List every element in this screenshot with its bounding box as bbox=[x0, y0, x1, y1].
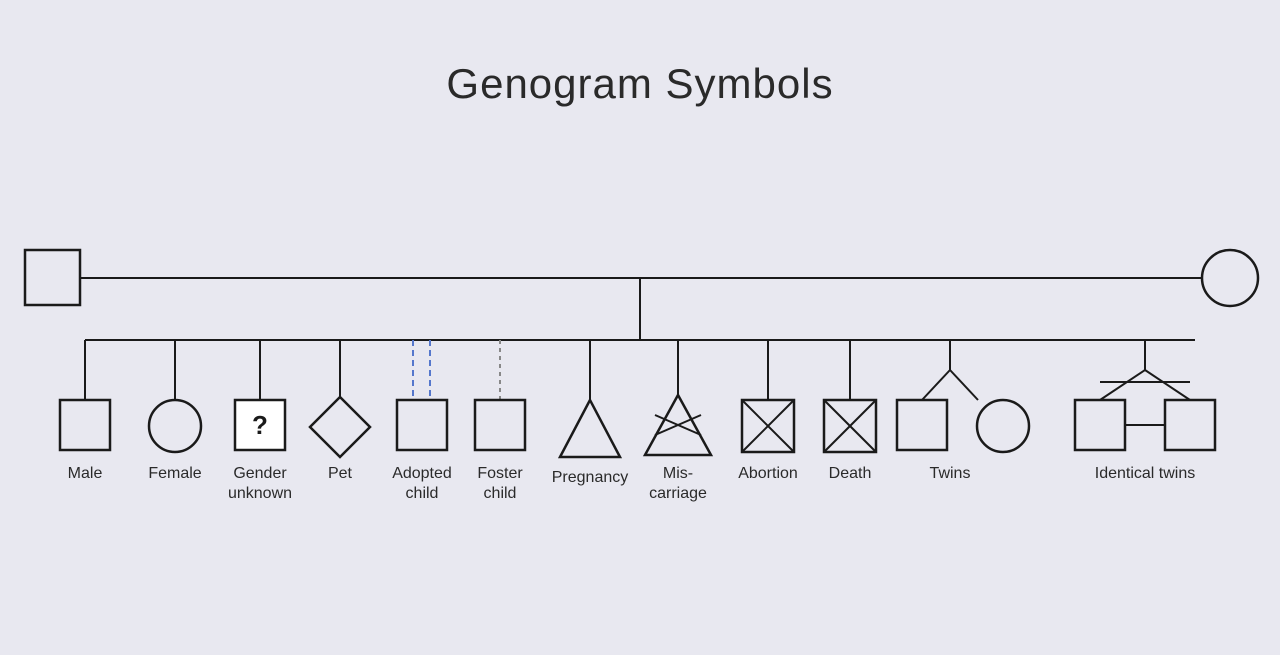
pregnancy-symbol bbox=[560, 400, 620, 457]
twins-female-symbol bbox=[977, 400, 1029, 452]
male-label: Male bbox=[68, 465, 103, 482]
female-symbol bbox=[149, 400, 201, 452]
diagram-area: Male Female ? Gender unknown Pet Adopted… bbox=[0, 230, 1280, 655]
adopted-child-symbol bbox=[397, 400, 447, 450]
foster-child-label1: Foster bbox=[477, 465, 523, 482]
miscarriage-label1: Mis- bbox=[663, 465, 693, 482]
adopted-child-label2: child bbox=[406, 485, 439, 502]
twins-male-symbol bbox=[897, 400, 947, 450]
genogram-svg: Male Female ? Gender unknown Pet Adopted… bbox=[0, 230, 1280, 650]
female-label: Female bbox=[148, 465, 201, 482]
miscarriage-label2: carriage bbox=[649, 485, 707, 502]
foster-child-label2: child bbox=[484, 485, 517, 502]
adopted-child-label1: Adopted bbox=[392, 465, 452, 482]
abortion-label: Abortion bbox=[738, 465, 798, 482]
ident-twins-left-symbol bbox=[1075, 400, 1125, 450]
pet-label: Pet bbox=[328, 465, 353, 482]
twins-right-branch bbox=[950, 370, 978, 400]
foster-child-symbol bbox=[475, 400, 525, 450]
pet-symbol bbox=[310, 397, 370, 457]
root-female-symbol bbox=[1202, 250, 1258, 306]
twins-left-branch bbox=[922, 370, 950, 400]
male-symbol bbox=[60, 400, 110, 450]
gender-unknown-label1: Gender bbox=[233, 465, 287, 482]
gender-unknown-label2: unknown bbox=[228, 485, 292, 502]
root-male-symbol bbox=[25, 250, 80, 305]
ident-left-branch bbox=[1100, 370, 1145, 400]
ident-twins-right-symbol bbox=[1165, 400, 1215, 450]
ident-twins-label: Identical twins bbox=[1095, 465, 1196, 482]
gender-unknown-q: ? bbox=[252, 410, 268, 440]
ident-right-branch bbox=[1145, 370, 1190, 400]
death-label: Death bbox=[829, 465, 872, 482]
page-title: Genogram Symbols bbox=[0, 0, 1280, 108]
pregnancy-label: Pregnancy bbox=[552, 469, 629, 486]
twins-label: Twins bbox=[930, 465, 971, 482]
